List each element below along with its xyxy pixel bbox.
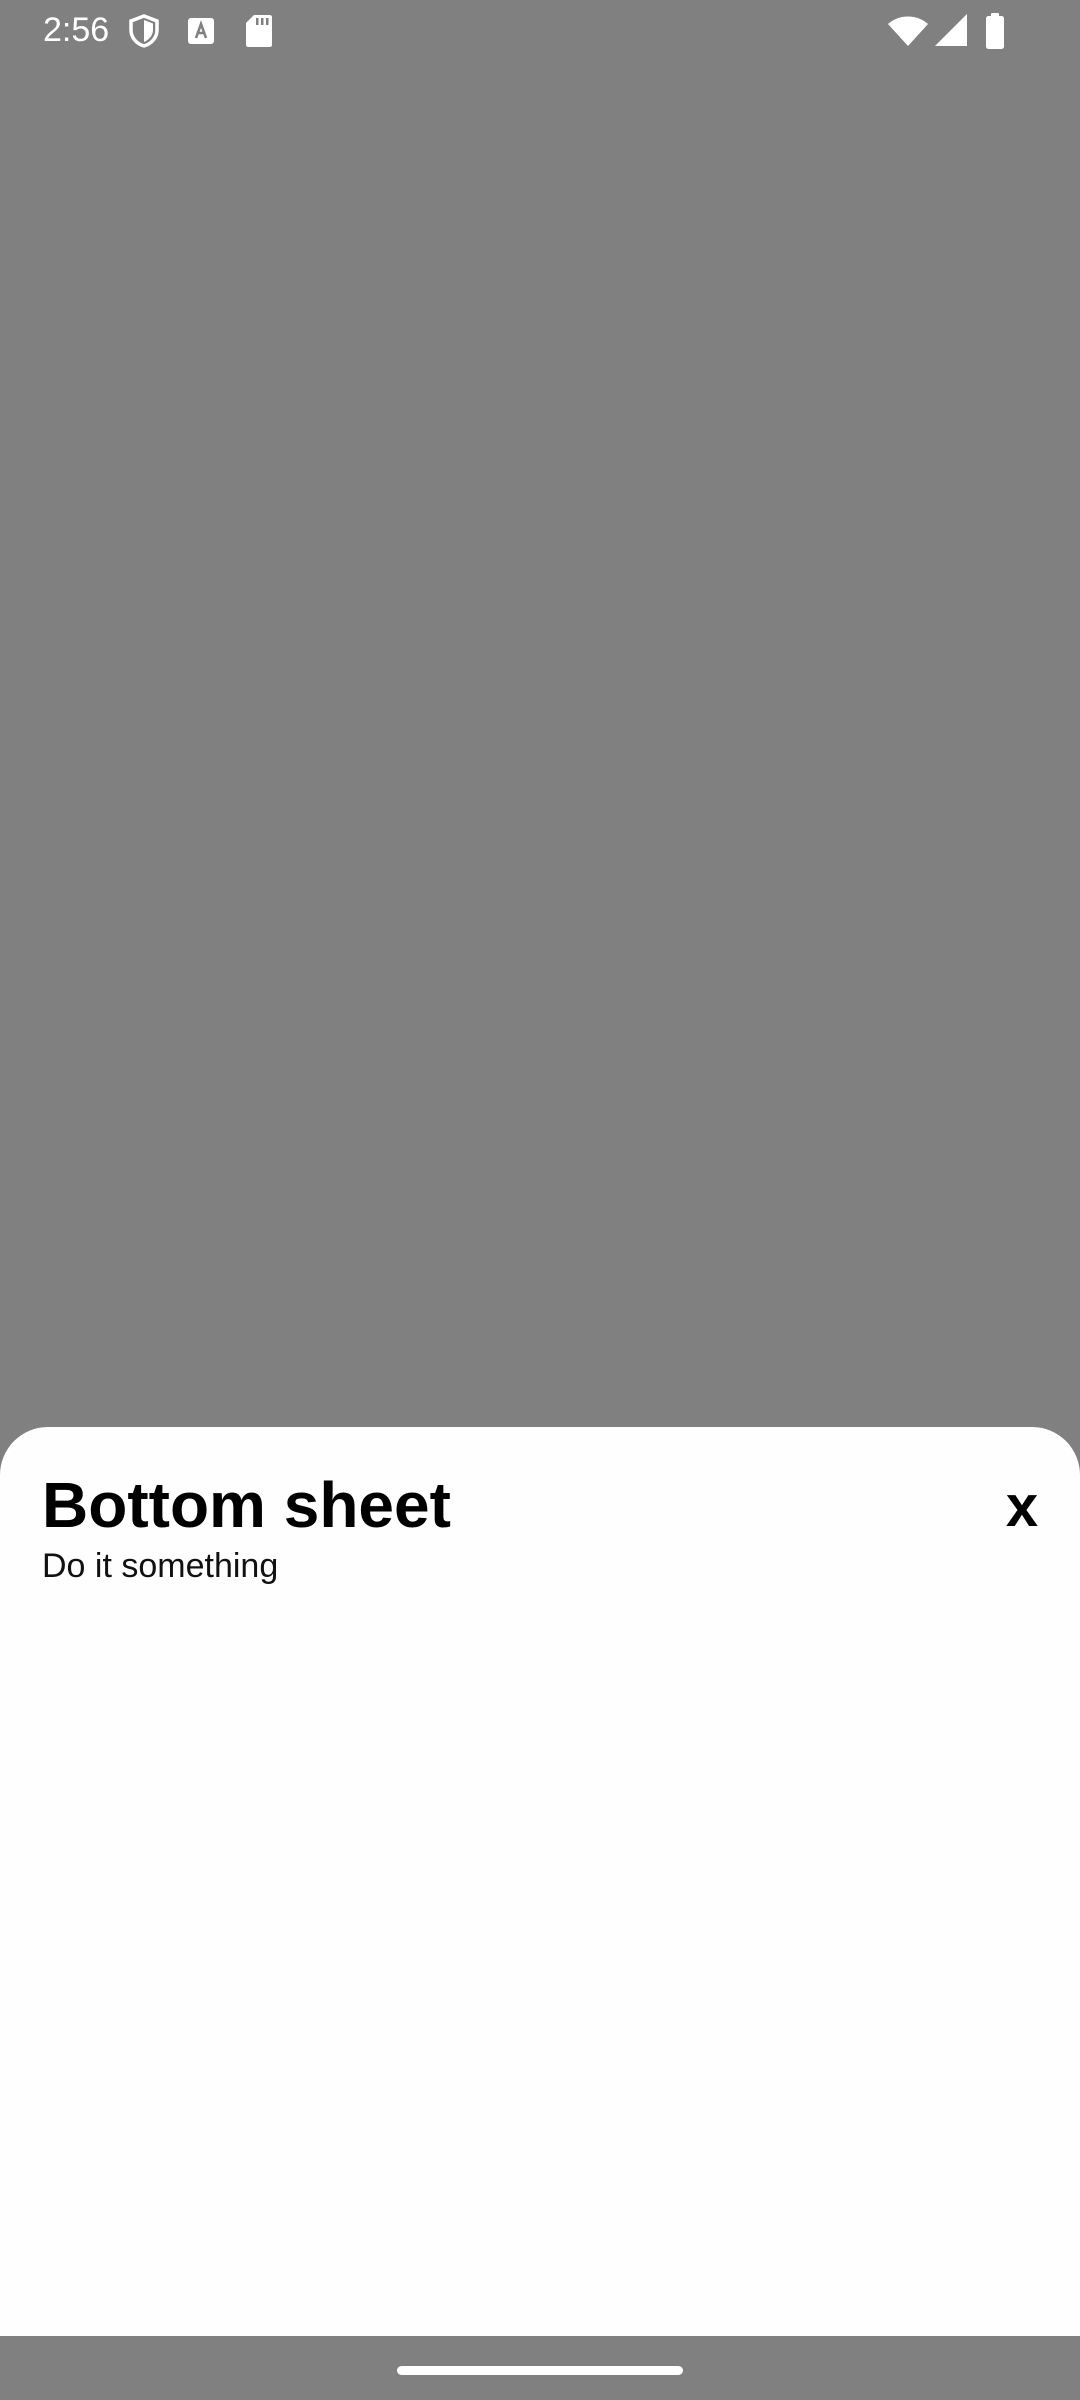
shield-icon [128,14,160,48]
wifi-icon [888,15,928,47]
status-bar: 2:56 [0,0,1080,62]
gesture-handle[interactable] [397,2366,683,2375]
status-time: 2:56 [43,11,110,49]
cellular-signal-icon [935,14,967,46]
sd-card-icon [245,14,273,48]
close-button[interactable]: x [990,1477,1054,1541]
font-a-icon [187,17,215,45]
sheet-title: Bottom sheet [42,1469,451,1541]
screen: 2:56 Bottom sheet Do it something x [0,0,1080,2400]
sheet-subtitle: Do it something [42,1547,279,1585]
navigation-bar [0,2336,1080,2400]
battery-icon [986,13,1004,49]
scrim-overlay[interactable] [0,62,1080,1427]
bottom-sheet: Bottom sheet Do it something x [0,1427,1080,2336]
